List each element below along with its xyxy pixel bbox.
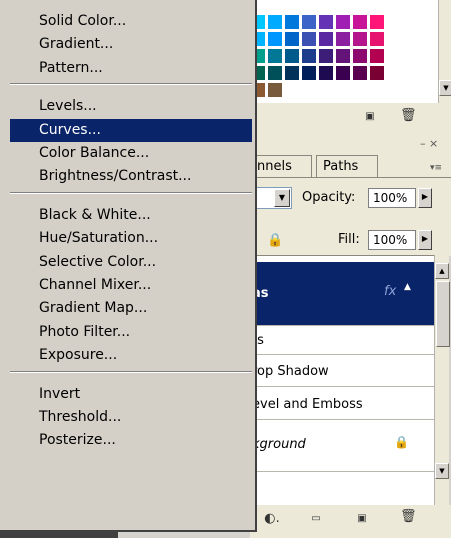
swatch[interactable]	[284, 48, 300, 64]
swatch[interactable]	[318, 65, 334, 81]
menu-item-gradient-map[interactable]: Gradient Map...	[10, 297, 252, 320]
menu-separator	[10, 83, 252, 86]
swatch[interactable]	[284, 65, 300, 81]
swatch[interactable]	[267, 31, 283, 47]
swatch[interactable]	[267, 65, 283, 81]
fill-field[interactable]: 100%	[368, 230, 416, 250]
swatches-grid	[250, 0, 438, 103]
fx-expand-icon[interactable]: ▲	[404, 282, 411, 292]
swatch[interactable]	[369, 48, 385, 64]
chevron-down-icon[interactable]: ▼	[274, 189, 290, 207]
menu-item-channel-mixer[interactable]: Channel Mixer...	[10, 274, 252, 297]
layer-row-background[interactable]: kground 🔒	[250, 422, 434, 472]
menu-item-black-white[interactable]: Black & White...	[10, 204, 252, 227]
scroll-up-icon[interactable]: ▲	[435, 263, 449, 279]
swatch[interactable]	[318, 14, 334, 30]
menu-item-pattern[interactable]: Pattern...	[10, 57, 252, 80]
swatch[interactable]	[369, 82, 385, 98]
menu-item-invert[interactable]: Invert	[10, 383, 252, 406]
swatch[interactable]	[352, 14, 368, 30]
layer-lock-icon: 🔒	[394, 435, 409, 449]
delete-layer-icon[interactable]: 🗑	[400, 510, 417, 525]
menu-item-selective-color[interactable]: Selective Color...	[10, 251, 252, 274]
swatch[interactable]	[335, 82, 351, 98]
layers-toolbar: ◐. ▭ ▣ 🗑	[250, 505, 451, 538]
swatches-scrollbar[interactable]: ▼	[438, 0, 451, 103]
swatch[interactable]	[301, 65, 317, 81]
menu-separator	[10, 370, 252, 373]
menu-item-exposure[interactable]: Exposure...	[10, 344, 252, 367]
lock-icon[interactable]: 🔒	[267, 233, 283, 248]
menu-item-hue-saturation[interactable]: Hue/Saturation...	[10, 227, 252, 250]
minimize-icon[interactable]: – ×	[420, 137, 438, 150]
menu-item-color-balance[interactable]: Color Balance...	[10, 142, 252, 165]
swatch[interactable]	[352, 65, 368, 81]
layer-row-selected[interactable]: as fx ▲	[250, 262, 434, 326]
fx-icon[interactable]: fx	[384, 284, 396, 299]
scroll-down-icon[interactable]: ▼	[439, 80, 451, 96]
layers-options: ▼ Opacity: 100% ▶ 🔒 Fill: 100% ▶	[250, 177, 451, 256]
swatch[interactable]	[301, 14, 317, 30]
menu-item-threshold[interactable]: Threshold...	[10, 406, 252, 429]
menu-separator	[10, 191, 252, 194]
menu-bottom-edge	[0, 532, 118, 538]
swatch[interactable]	[369, 65, 385, 81]
swatch[interactable]	[267, 82, 283, 98]
swatch[interactable]	[284, 82, 300, 98]
opacity-arrow-icon[interactable]: ▶	[418, 188, 432, 208]
menu-item-curves[interactable]: Curves...	[10, 118, 252, 142]
menu-item-brightness-contrast[interactable]: Brightness/Contrast...	[10, 165, 252, 188]
trash-icon[interactable]: 🗑	[400, 109, 417, 124]
menu-item-solid-color[interactable]: Solid Color...	[10, 10, 252, 33]
swatch[interactable]	[267, 14, 283, 30]
tab-paths[interactable]: Paths	[316, 155, 378, 177]
swatch[interactable]	[301, 31, 317, 47]
swatch[interactable]	[352, 82, 368, 98]
fill-label: Fill:	[338, 232, 360, 247]
swatch[interactable]	[352, 48, 368, 64]
opacity-label: Opacity:	[302, 190, 356, 205]
fill-arrow-icon[interactable]: ▶	[418, 230, 432, 250]
adjustment-menu: Solid Color... Gradient... Pattern... Level…	[0, 0, 257, 532]
swatch[interactable]	[369, 31, 385, 47]
layer-row-effects[interactable]: ts	[250, 327, 434, 355]
menu-item-gradient[interactable]: Gradient...	[10, 33, 252, 56]
scroll-down-icon[interactable]: ▼	[435, 463, 449, 479]
opacity-field[interactable]: 100%	[368, 188, 416, 208]
swatch[interactable]	[335, 14, 351, 30]
folder-icon[interactable]: ▭	[308, 512, 324, 527]
menu-item-posterize[interactable]: Posterize...	[10, 429, 252, 452]
swatch[interactable]	[318, 82, 334, 98]
menu-item-levels[interactable]: Levels...	[10, 95, 252, 118]
swatches-toolbar: ▣ 🗑	[250, 103, 451, 131]
new-layer-icon[interactable]: ▣	[354, 512, 370, 527]
layers-scrollbar[interactable]: ▲ ▼	[434, 255, 450, 505]
layer-row-bevel[interactable]: evel and Emboss	[250, 390, 434, 420]
swatch[interactable]	[284, 14, 300, 30]
swatch[interactable]	[301, 48, 317, 64]
swatch[interactable]	[335, 65, 351, 81]
swatch[interactable]	[267, 48, 283, 64]
swatch[interactable]	[318, 48, 334, 64]
scroll-thumb[interactable]	[436, 281, 450, 347]
swatch[interactable]	[318, 31, 334, 47]
swatch[interactable]	[352, 31, 368, 47]
swatch[interactable]	[335, 31, 351, 47]
swatch[interactable]	[284, 31, 300, 47]
adjustment-layer-icon[interactable]: ◐.	[264, 512, 280, 527]
tab-channels[interactable]: nnels	[250, 155, 312, 177]
layer-row-drop-shadow[interactable]: rop Shadow	[250, 357, 434, 387]
swatch[interactable]	[301, 82, 317, 98]
menu-item-photo-filter[interactable]: Photo Filter...	[10, 321, 252, 344]
swatch[interactable]	[369, 14, 385, 30]
swatch[interactable]	[335, 48, 351, 64]
panel-menu-icon[interactable]: ▾≡	[430, 163, 442, 173]
new-swatch-icon[interactable]: ▣	[362, 110, 378, 125]
